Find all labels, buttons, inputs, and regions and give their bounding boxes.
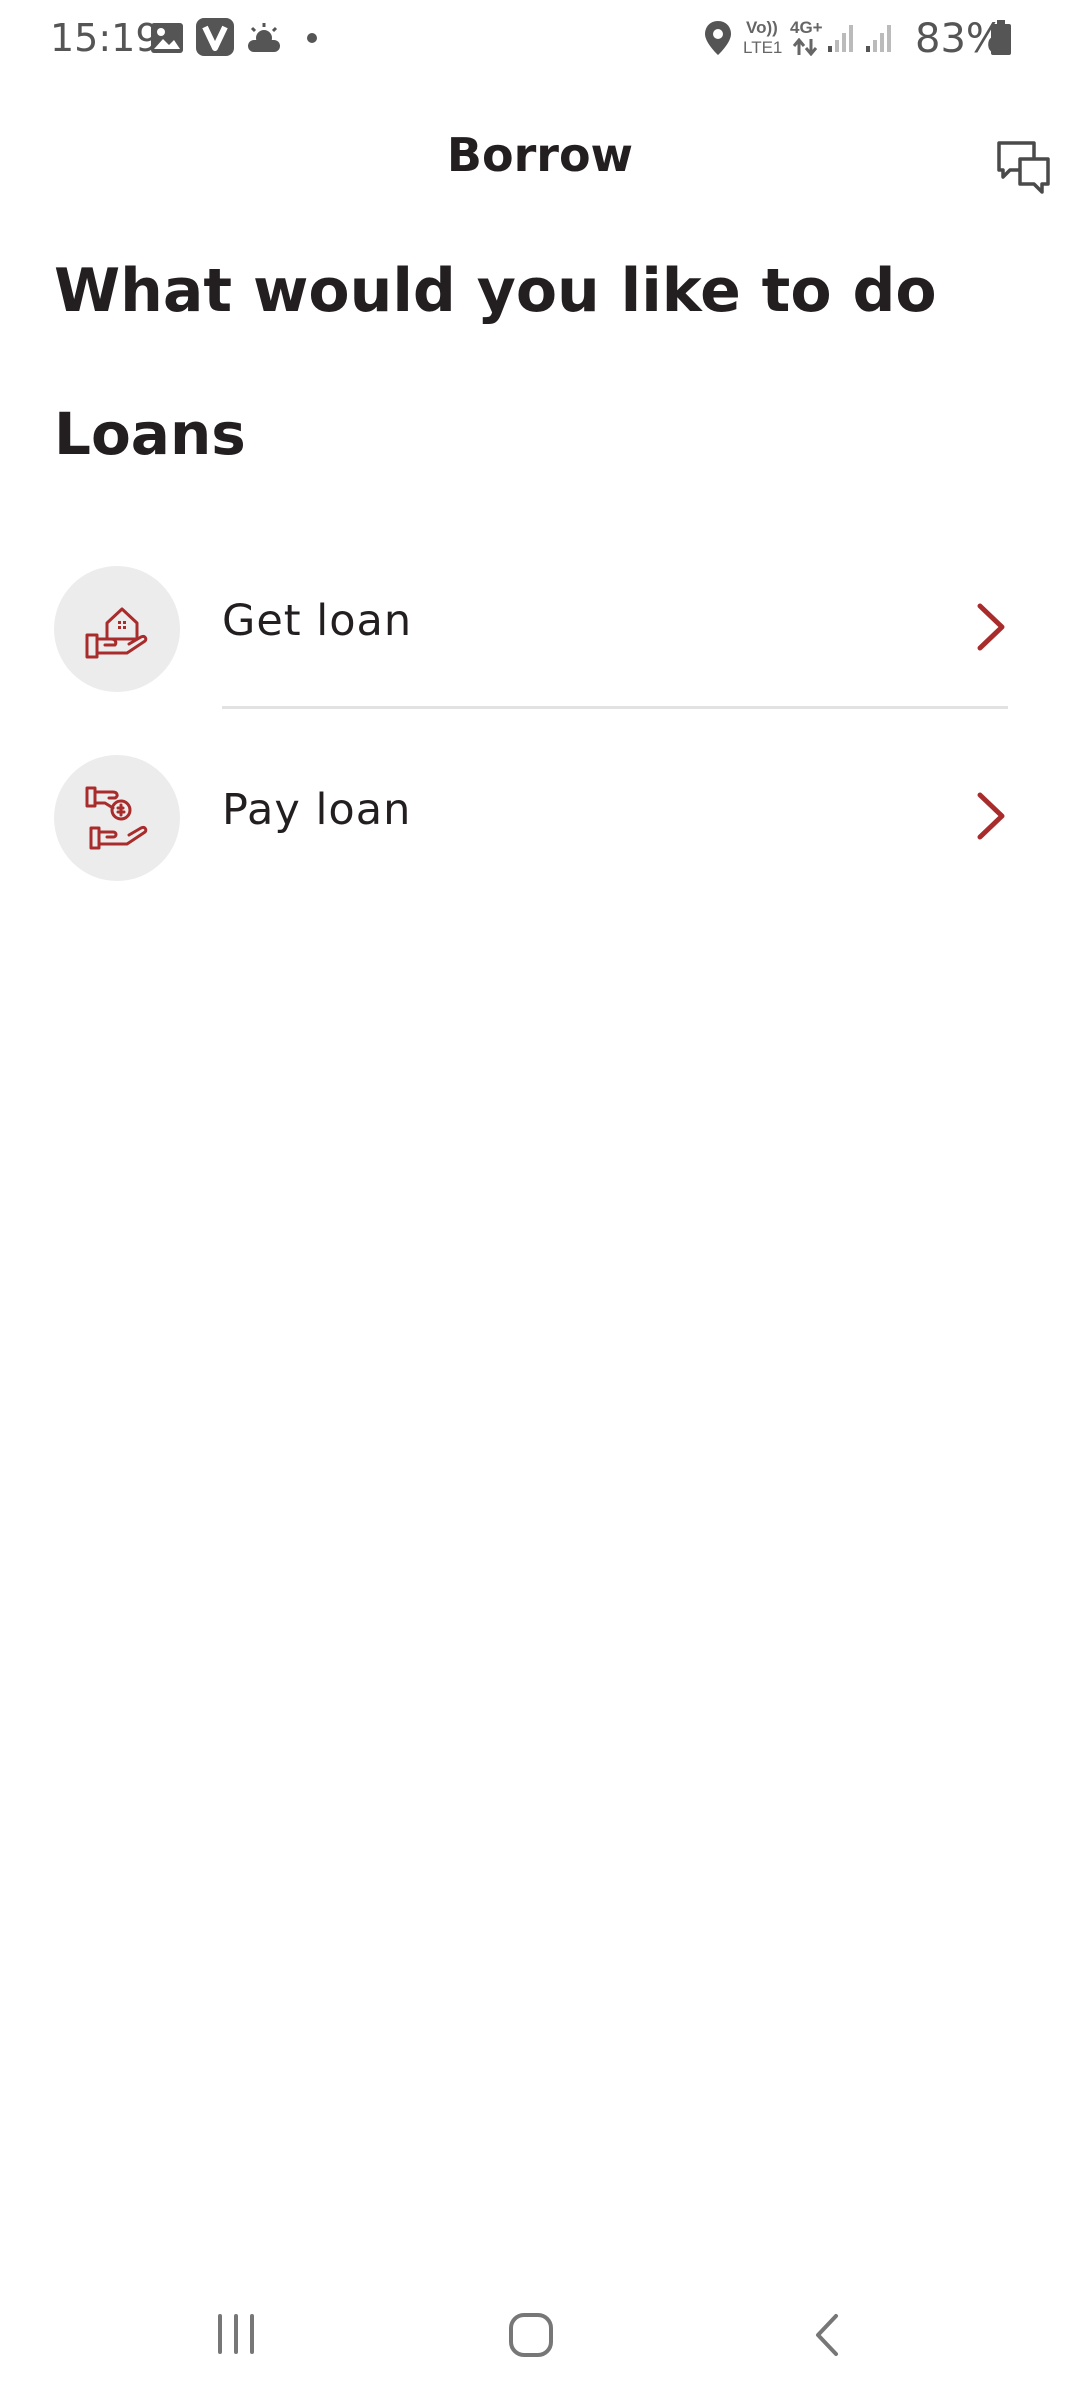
network-type-label: 4G+ — [790, 18, 823, 37]
pay-loan-label: Pay loan — [222, 785, 412, 835]
hand-coin-icon — [85, 786, 148, 850]
location-icon — [705, 21, 731, 55]
divider — [222, 706, 1008, 709]
page-title: Borrow — [446, 128, 634, 182]
pay-loan-icon-circle — [54, 755, 180, 881]
chat-bubbles-icon — [997, 141, 1050, 194]
status-bar: 15:19 Vo)) LTE1 4G+ 83% — [0, 0, 1080, 80]
image-icon — [151, 23, 183, 53]
page-heading: What would you like to do — [54, 256, 937, 326]
status-time: 15:19 — [50, 16, 160, 60]
get-loan-icon-circle — [54, 566, 180, 692]
dot-icon — [307, 33, 317, 43]
back-icon[interactable] — [812, 2312, 842, 2358]
hand-house-icon — [85, 607, 148, 659]
get-loan-label: Get loan — [222, 596, 413, 646]
chevron-right-icon — [977, 792, 1005, 840]
home-icon[interactable] — [508, 2312, 554, 2358]
chat-button[interactable] — [996, 140, 1052, 196]
chevron-right-icon — [977, 603, 1005, 651]
signal-icon — [828, 25, 891, 52]
volte-label: Vo)) — [746, 18, 778, 37]
v-app-icon — [196, 18, 234, 56]
data-arrows-icon — [792, 38, 818, 56]
pay-loan-item[interactable]: Pay loan — [0, 733, 1080, 903]
get-loan-item[interactable]: Get loan — [0, 544, 1080, 714]
lte-label: LTE1 — [743, 38, 783, 57]
weather-icon — [248, 23, 280, 52]
system-nav-bar — [0, 2290, 1080, 2400]
battery-icon — [991, 20, 1011, 55]
recent-apps-icon[interactable] — [214, 2312, 258, 2356]
section-title-loans: Loans — [54, 400, 246, 468]
